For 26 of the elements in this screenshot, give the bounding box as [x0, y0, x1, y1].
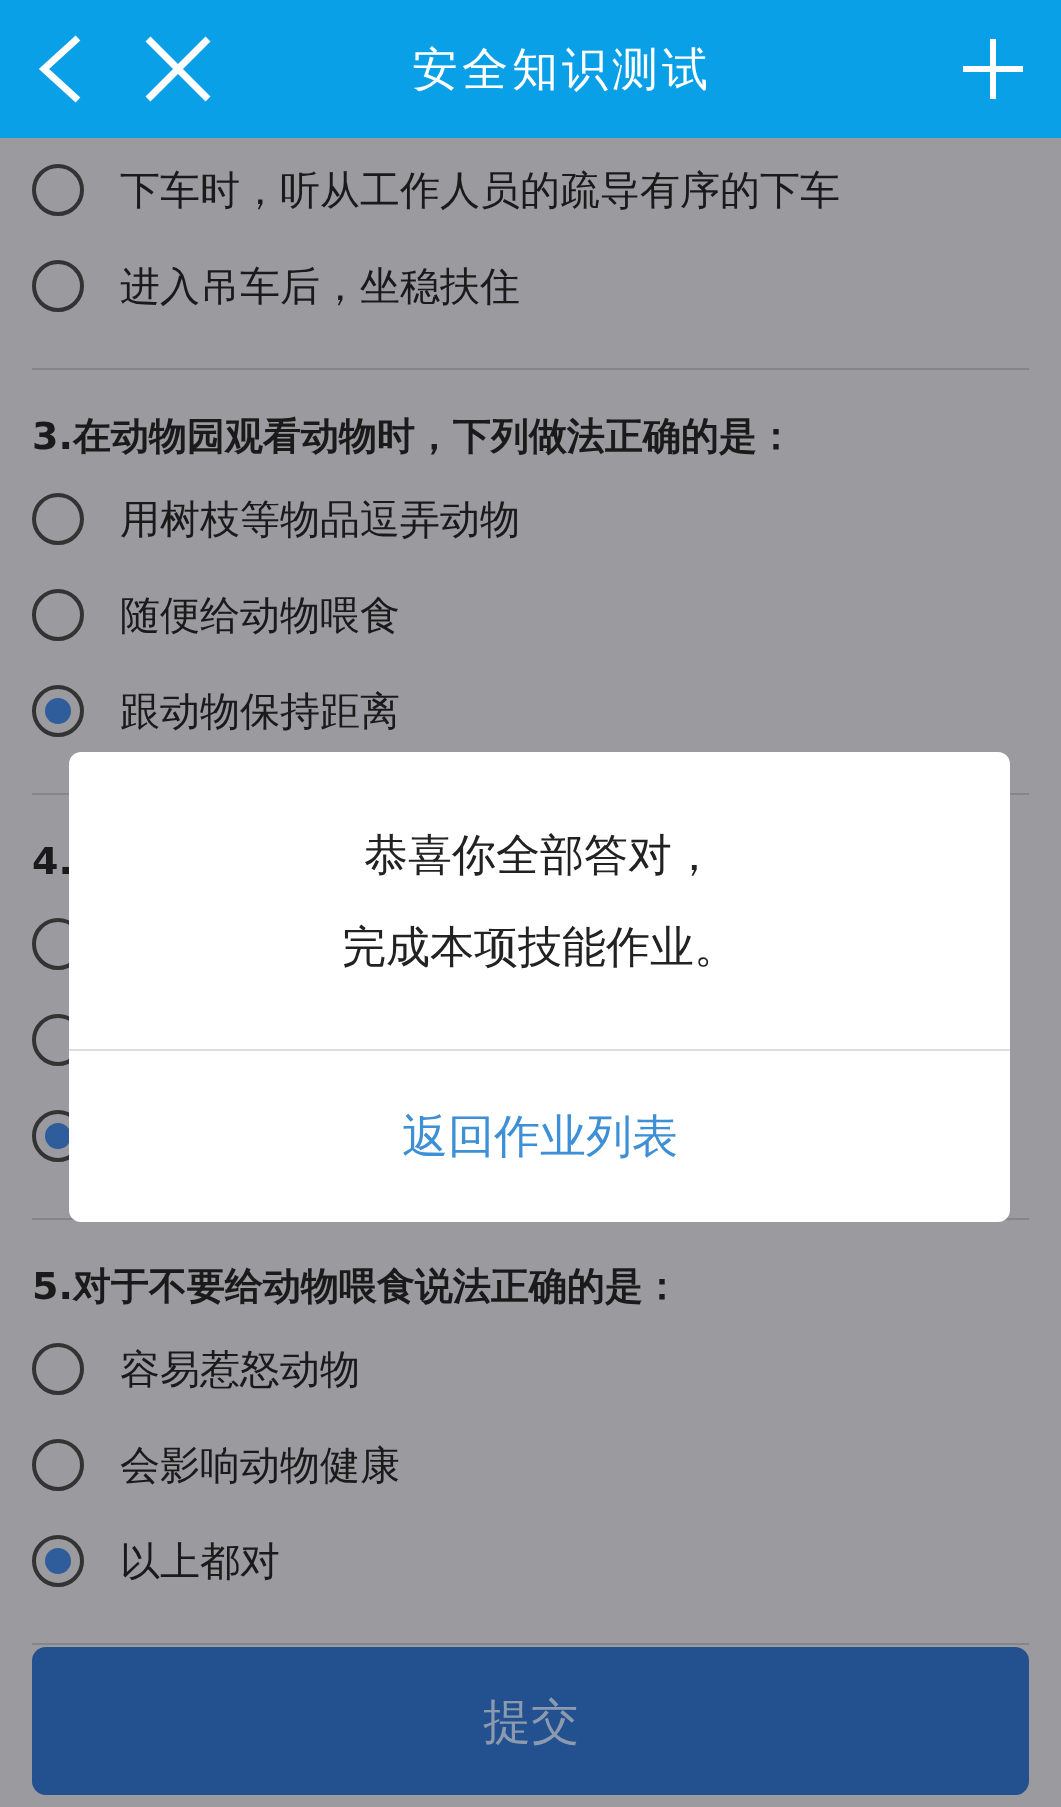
- question-title: 5.对于不要给动物喂食说法正确的是：: [32, 1263, 681, 1310]
- option-label: 以上都对: [120, 1537, 280, 1586]
- radio-button[interactable]: [32, 685, 84, 737]
- question-title: 4.: [32, 838, 73, 885]
- question-title: 3.在动物园观看动物时，下列做法正确的是：: [32, 413, 795, 460]
- close-icon[interactable]: [144, 35, 212, 103]
- radio-button[interactable]: [32, 164, 84, 216]
- option-label: 随便给动物喂食: [120, 591, 400, 640]
- option-label: 下车时，听从工作人员的疏导有序的下车: [120, 166, 840, 215]
- option-label: 容易惹怒动物: [120, 1345, 360, 1394]
- radio-button[interactable]: [32, 260, 84, 312]
- radio-button[interactable]: [32, 1535, 84, 1587]
- option-label: 跟动物保持距离: [120, 687, 400, 736]
- submit-button[interactable]: 提交: [32, 1647, 1029, 1795]
- plus-icon[interactable]: [961, 37, 1025, 101]
- return-button[interactable]: 返回作业列表: [385, 1102, 694, 1171]
- radio-button[interactable]: [32, 493, 84, 545]
- option-label: 会影响动物健康: [120, 1441, 400, 1490]
- page-title: 安全知识测试: [411, 40, 712, 98]
- radio-button[interactable]: [32, 1439, 84, 1491]
- option-label: 用树枝等物品逗弄动物: [120, 495, 520, 544]
- option-label: 进入吊车后，坐稳扶住: [120, 262, 520, 311]
- radio-button[interactable]: [32, 1343, 84, 1395]
- dialog-message: 完成本项技能作业。: [341, 919, 738, 974]
- radio-button[interactable]: [32, 589, 84, 641]
- dialog-message: 恭喜你全部答对，: [363, 827, 716, 882]
